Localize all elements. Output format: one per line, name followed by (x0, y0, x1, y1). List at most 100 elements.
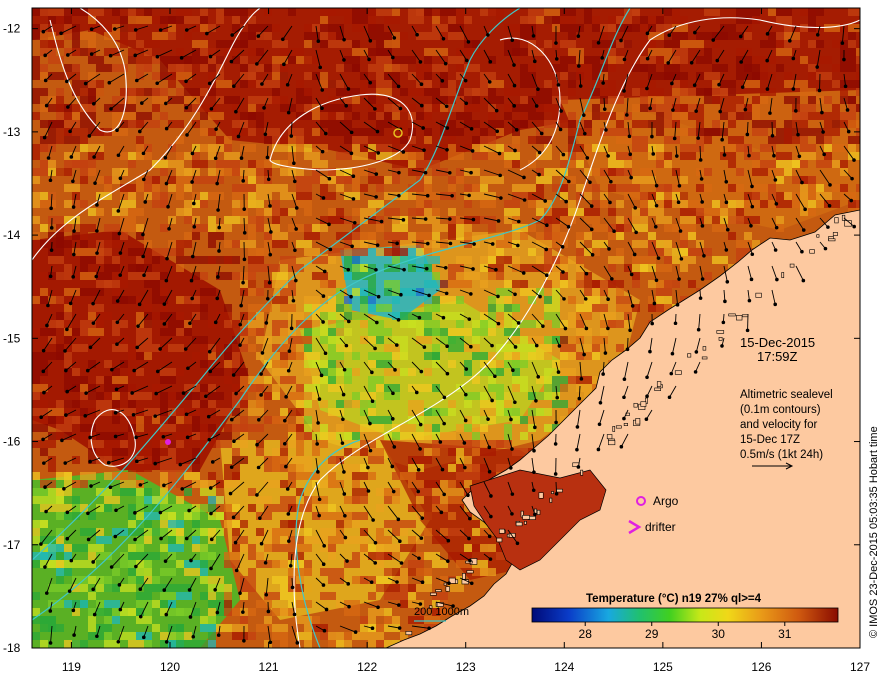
velocity-vector-head (269, 641, 272, 644)
sst-pixel (808, 64, 816, 72)
sst-pixel (136, 464, 152, 472)
sst-pixel (712, 216, 720, 224)
sst-pixel (368, 608, 384, 616)
sst-pixel (400, 592, 408, 600)
sst-pixel (176, 8, 192, 16)
sst-pixel (560, 384, 568, 392)
velocity-vector-head (64, 350, 67, 353)
velocity-vector-head (700, 178, 703, 181)
sst-pixel (168, 24, 176, 32)
sst-pixel (152, 296, 168, 304)
sst-pixel (512, 360, 528, 368)
sst-pixel (376, 536, 392, 544)
velocity-vector-head (343, 471, 346, 474)
velocity-vector-head (513, 64, 516, 67)
velocity-vector-head (230, 60, 233, 63)
sst-pixel (680, 240, 688, 248)
sst-pixel (576, 312, 584, 320)
sst-pixel (816, 136, 824, 144)
sst-pixel (520, 320, 536, 328)
sst-pixel (32, 592, 40, 600)
velocity-vector-head (446, 148, 449, 151)
sst-pixel (632, 104, 640, 112)
sst-pixel (408, 16, 424, 24)
sst-pixel (328, 352, 344, 360)
sst-pixel (160, 288, 168, 296)
velocity-vector-head (646, 376, 649, 379)
sst-pixel (448, 328, 464, 336)
velocity-vector-head (775, 226, 778, 229)
velocity-vector-head (470, 293, 473, 296)
sst-pixel (680, 192, 688, 200)
island (756, 293, 762, 297)
velocity-vector-head (398, 171, 401, 174)
sst-pixel (352, 552, 360, 560)
sst-pixel (632, 184, 640, 192)
sst-pixel (192, 640, 208, 648)
sst-pixel (136, 56, 152, 64)
velocity-vector-head (680, 258, 683, 261)
velocity-vector-head (267, 178, 270, 181)
sst-pixel (40, 328, 56, 336)
velocity-vector-head (751, 253, 754, 256)
sst-pixel (208, 112, 224, 120)
sst-pixel (520, 80, 536, 88)
sst-pixel (808, 96, 816, 104)
sst-pixel (160, 368, 176, 376)
sst-pixel (168, 392, 176, 400)
velocity-vector-head (328, 223, 331, 226)
sst-pixel (568, 376, 576, 384)
velocity-vector-head (136, 346, 139, 349)
sst-pixel (432, 48, 448, 56)
sst-pixel (80, 144, 88, 152)
island (524, 521, 526, 524)
lon-tick-label: 120 (160, 660, 180, 674)
sst-pixel (552, 296, 560, 304)
sst-pixel (240, 80, 248, 88)
velocity-vector-head (726, 280, 729, 283)
sst-pixel (448, 232, 456, 240)
sst-pixel (320, 432, 336, 440)
sst-pixel (576, 280, 584, 288)
velocity-vector-head (289, 564, 292, 567)
velocity-vector-head (395, 344, 398, 347)
sst-pixel (520, 96, 528, 104)
sst-pixel (296, 448, 304, 456)
sst-pixel (352, 96, 360, 104)
velocity-vector-head (544, 200, 547, 203)
sst-pixel (424, 8, 432, 16)
velocity-vector-head (467, 41, 470, 44)
velocity-vector-head (827, 226, 830, 229)
sst-pixel (288, 552, 304, 560)
sst-pixel (240, 8, 248, 16)
velocity-vector-head (65, 414, 68, 417)
sst-pixel (80, 232, 88, 240)
velocity-vector-head (766, 88, 769, 91)
sst-pixel (32, 296, 40, 304)
velocity-vector-head (396, 581, 399, 584)
sst-pixel (544, 296, 552, 304)
sst-pixel (376, 80, 392, 88)
sst-pixel (408, 184, 424, 192)
velocity-vector-head (560, 110, 563, 113)
sst-pixel (72, 480, 88, 488)
sst-pixel (424, 80, 432, 88)
sst-pixel (472, 152, 488, 160)
velocity-vector-head (498, 152, 501, 155)
sst-pixel (736, 168, 744, 176)
sst-pixel (152, 624, 160, 632)
sst-pixel (368, 328, 384, 336)
velocity-vector-head (348, 605, 351, 608)
sst-pixel (96, 376, 104, 384)
sst-pixel (768, 168, 784, 176)
island (702, 357, 707, 359)
velocity-vector-head (489, 60, 492, 63)
sst-pixel (592, 24, 600, 32)
sst-pixel (616, 296, 632, 304)
sst-pixel (96, 536, 112, 544)
sst-pixel (200, 304, 208, 312)
sst-pixel (648, 192, 656, 200)
sst-pixel (632, 256, 648, 264)
sst-pixel (176, 192, 184, 200)
sst-pixel (592, 16, 600, 24)
